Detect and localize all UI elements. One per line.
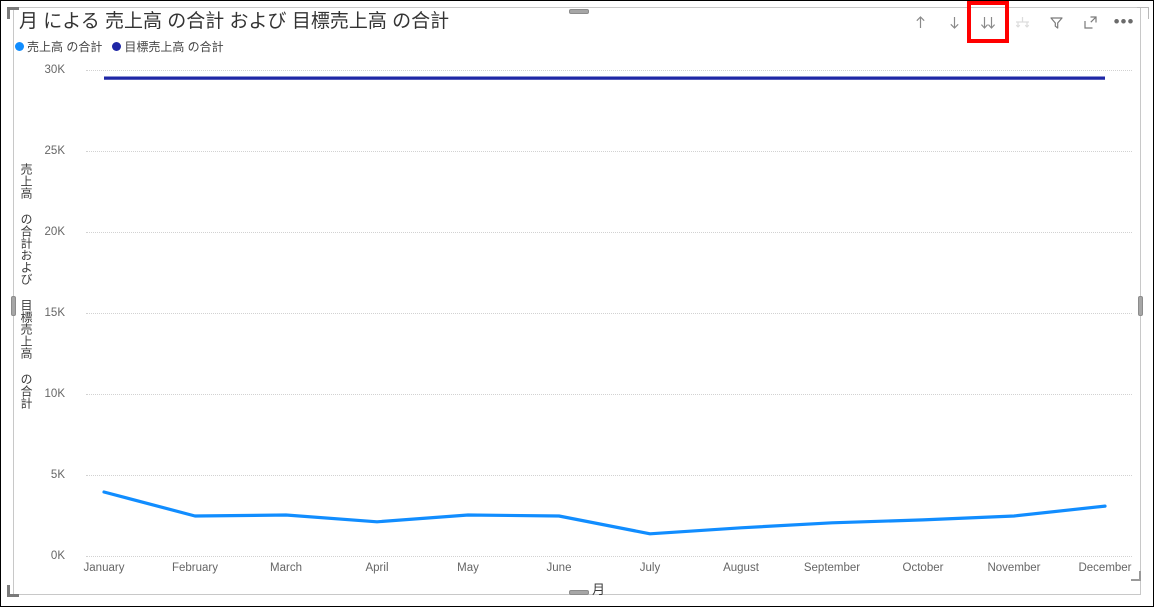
resize-handle-bottom-center[interactable]: [569, 590, 589, 595]
x-axis-tick: September: [803, 562, 861, 574]
gridline: [86, 394, 1132, 396]
x-axis-tick: April: [365, 562, 389, 574]
filter-icon[interactable]: [1043, 9, 1069, 35]
resize-handle-right-center[interactable]: [1138, 296, 1143, 316]
x-axis-tick: December: [1078, 562, 1132, 574]
resize-handle-bottom-left[interactable]: [7, 585, 19, 597]
legend-marker-sales: [15, 42, 24, 51]
gridline: [86, 475, 1132, 477]
visual-header-toolbar: •••: [907, 1, 1137, 43]
resize-handle-bottom-right[interactable]: [1131, 571, 1141, 581]
y-axis-tick: 5K: [50, 469, 65, 481]
drill-up-icon[interactable]: [907, 9, 933, 35]
line-sales: [102, 490, 1107, 536]
y-axis-tick: 0K: [50, 550, 65, 562]
powerbi-visual-container: 月 による 売上高 の合計 および 目標売上高 の合計 売上高 の合計 目標売上…: [0, 0, 1154, 607]
chart-series-svg: [102, 76, 1107, 536]
y-axis-tick: 20K: [44, 226, 65, 238]
y-axis-title: 売上高 の合計および 目標売上高 の合計: [19, 163, 33, 409]
legend-item-sales[interactable]: 売上高 の合計: [15, 38, 102, 55]
x-axis-tick: February: [171, 562, 219, 574]
x-axis-tick: January: [83, 562, 125, 574]
resize-handle-top-right[interactable]: [1137, 7, 1149, 19]
more-options-icon[interactable]: •••: [1111, 9, 1137, 35]
legend-marker-target-sales: [112, 42, 122, 51]
x-axis-tick: November: [987, 562, 1041, 574]
y-axis-tick: 30K: [44, 64, 65, 76]
plot-area: 売上高 の合計および 目標売上高 の合計 月 30K 25K 20K 15K 1…: [1, 1, 1153, 606]
x-axis-tick: May: [457, 562, 479, 574]
gridline: [86, 232, 1132, 234]
drill-down-icon[interactable]: [941, 9, 967, 35]
resize-handle-top-center[interactable]: [569, 9, 589, 14]
y-axis-tick: 10K: [44, 388, 65, 400]
legend-item-target-sales[interactable]: 目標売上高 の合計: [112, 38, 224, 55]
chart-title: 月 による 売上高 の合計 および 目標売上高 の合計: [19, 11, 450, 32]
gridline: [86, 313, 1132, 315]
x-axis-tick: June: [546, 562, 572, 574]
go-to-next-level-icon[interactable]: [1009, 9, 1035, 35]
resize-handle-top-left[interactable]: [7, 7, 19, 19]
y-axis-tick: 15K: [44, 307, 65, 319]
selection-frame: [13, 7, 1141, 595]
resize-handle-left-center[interactable]: [11, 296, 16, 316]
x-axis-tick: October: [902, 562, 944, 574]
legend-label-target-sales: 目標売上高 の合計: [124, 40, 224, 54]
chart-legend: 売上高 の合計 目標売上高 の合計: [15, 38, 224, 55]
x-axis-tick: August: [723, 562, 759, 574]
x-axis-title: 月: [592, 582, 606, 597]
gridline: [86, 70, 1132, 72]
y-axis-tick: 25K: [44, 145, 65, 157]
gridline: [86, 556, 1132, 558]
expand-all-down-one-level-icon[interactable]: [967, 1, 1009, 43]
gridline: [86, 151, 1132, 153]
focus-mode-icon[interactable]: [1077, 9, 1103, 35]
legend-label-sales: 売上高 の合計: [27, 40, 103, 54]
x-axis-tick: July: [639, 562, 661, 574]
more-options-glyph: •••: [1113, 12, 1135, 31]
x-axis-tick: March: [270, 562, 302, 574]
